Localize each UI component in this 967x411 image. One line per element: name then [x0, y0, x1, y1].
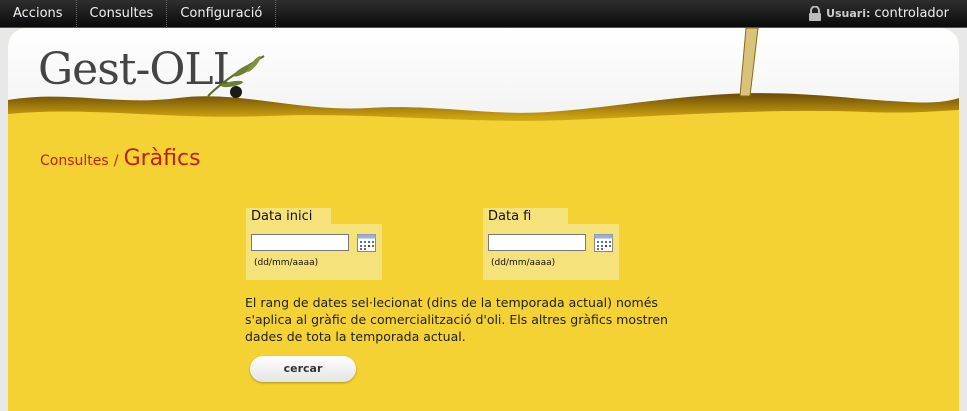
- start-date-hint: (dd/mm/aaaa): [254, 258, 319, 268]
- page-title: Gràfics: [123, 146, 201, 171]
- calendar-icon[interactable]: [594, 234, 613, 252]
- user-info: Usuari: controlador: [808, 0, 949, 27]
- menu-item-consultes[interactable]: Consultes: [77, 0, 168, 27]
- user-label: Usuari:: [826, 7, 871, 20]
- lock-icon: [809, 5, 822, 21]
- search-button[interactable]: cercar: [250, 356, 356, 382]
- end-date-label: Data fi: [483, 208, 568, 226]
- menu-item-configuracio[interactable]: Configuració: [167, 0, 277, 27]
- end-date-group: Data fi (dd/mm/aaaa): [483, 208, 619, 280]
- top-nav-bar: Accions Consultes Configuració Usuari: c…: [0, 0, 967, 28]
- start-date-label: Data inici: [246, 208, 331, 226]
- main-panel: Gest-OLI Consultes / Gràfics Data inici …: [8, 28, 959, 411]
- olive-branch-icon: [207, 55, 265, 98]
- breadcrumb-parent[interactable]: Consultes: [40, 153, 109, 169]
- date-range-info-text: El rang de dates sel·lecionat (dins de l…: [245, 295, 668, 344]
- start-date-group: Data inici (dd/mm/aaaa): [246, 208, 382, 280]
- breadcrumb-separator: /: [113, 153, 119, 169]
- start-date-input[interactable]: [251, 234, 349, 251]
- user-name[interactable]: controlador: [874, 6, 949, 21]
- app-logo: Gest-OLI: [38, 44, 230, 95]
- end-date-hint: (dd/mm/aaaa): [491, 258, 556, 268]
- menu-item-accions[interactable]: Accions: [0, 0, 77, 27]
- breadcrumb: Consultes / Gràfics: [40, 146, 201, 171]
- calendar-icon[interactable]: [357, 234, 376, 252]
- main-menu: Accions Consultes Configuració: [0, 0, 277, 27]
- end-date-input[interactable]: [488, 234, 586, 251]
